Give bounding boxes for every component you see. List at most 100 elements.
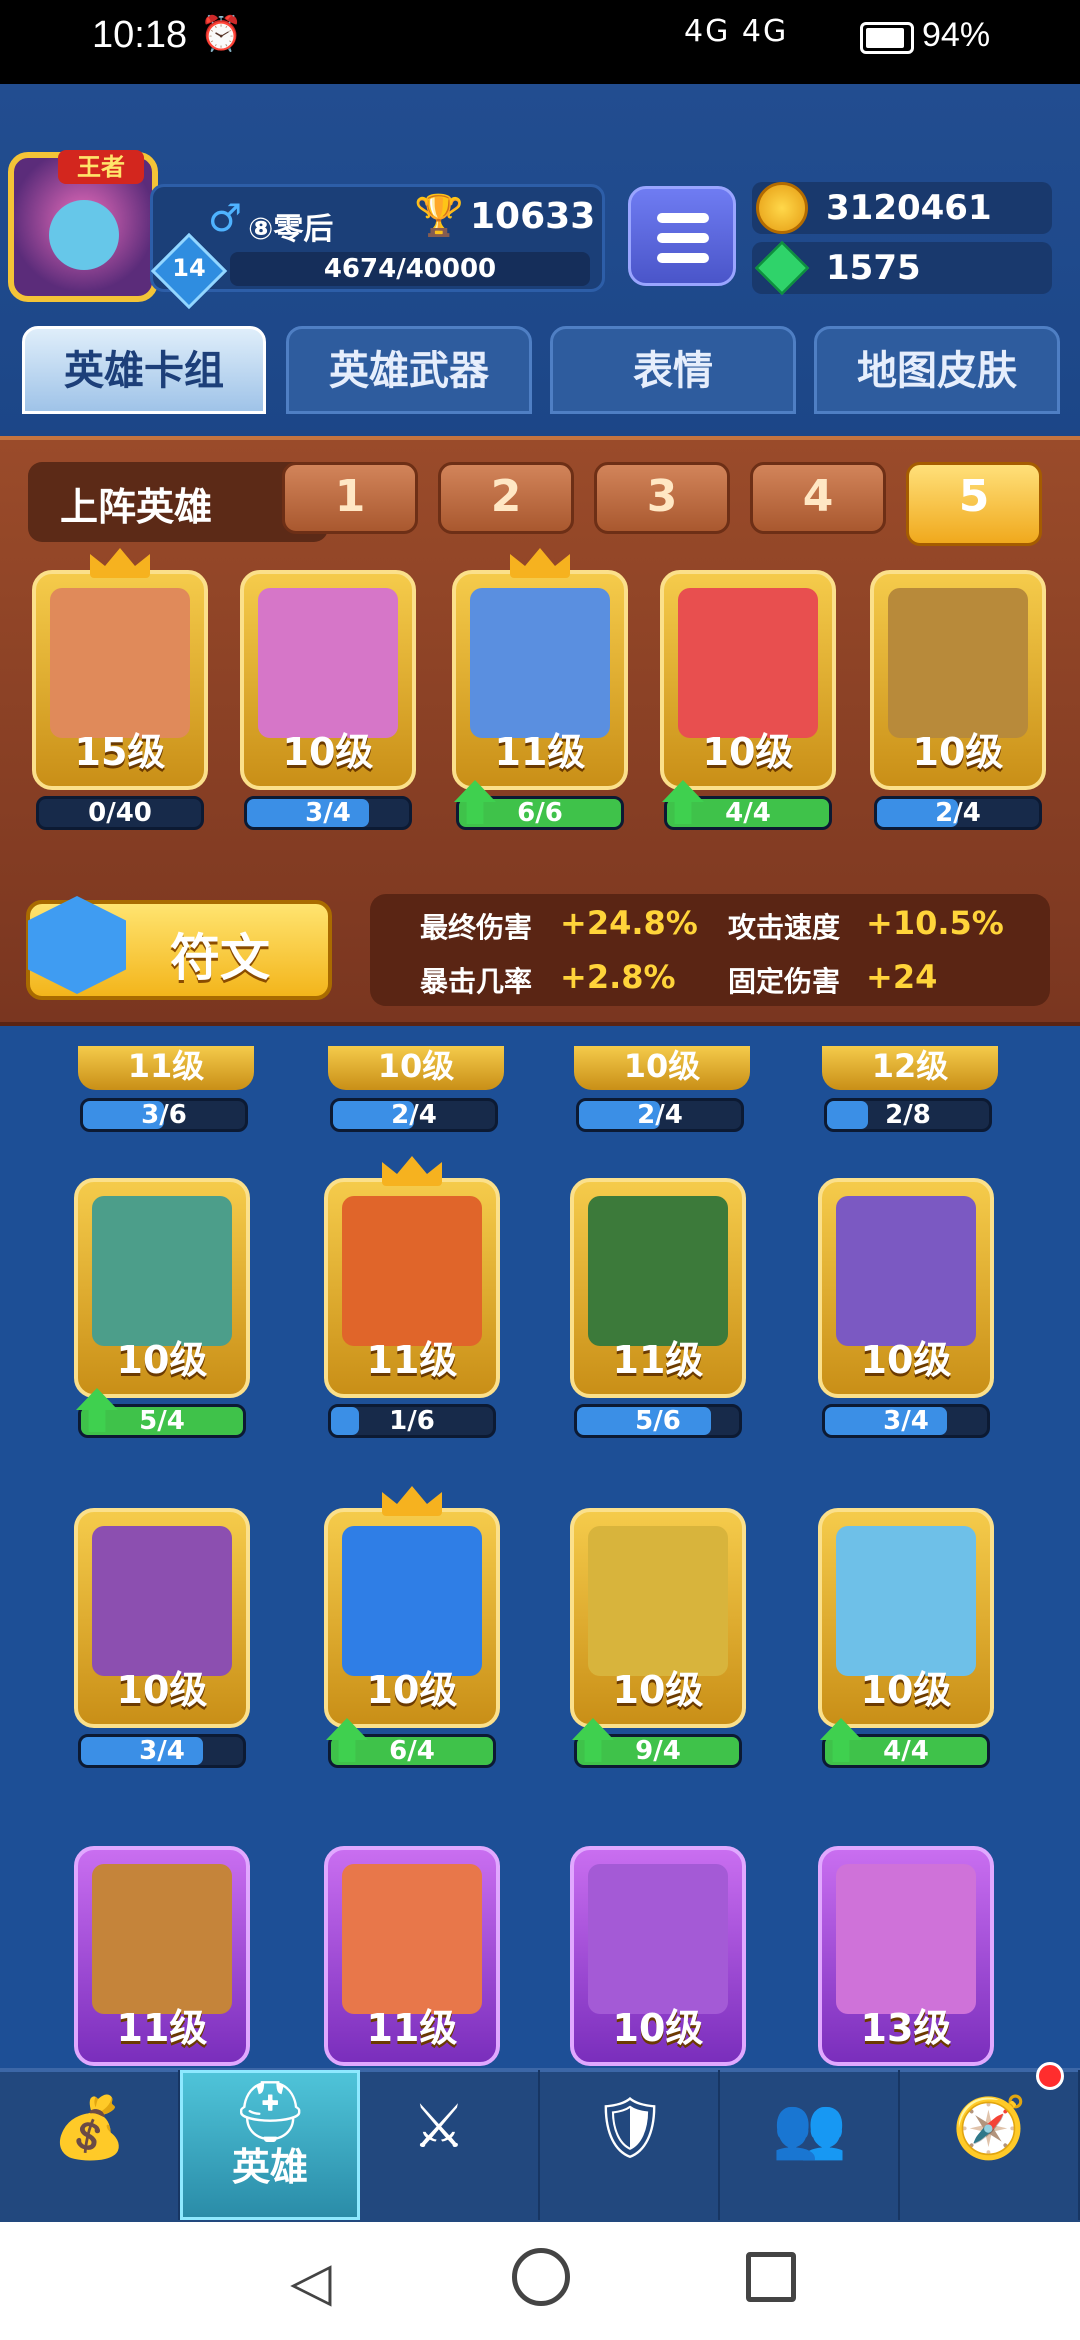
card-progress-bar: 5/6	[574, 1404, 742, 1438]
tab-map-skins[interactable]: 地图皮肤	[814, 326, 1060, 414]
hero-level: 11级	[494, 730, 586, 774]
battery-percent: 94%	[922, 16, 991, 54]
deck-slot-2[interactable]: 2	[438, 462, 574, 534]
status-time: 10:18	[92, 14, 188, 56]
recents-icon[interactable]	[746, 2252, 796, 2302]
hero-card[interactable]: 10级	[818, 1178, 994, 1398]
card-progress-bar: 2/8	[824, 1098, 992, 1132]
progress-text: 1/6	[389, 1406, 435, 1436]
tab-hero-weapons[interactable]: 英雄武器	[286, 326, 532, 414]
stat-value: +2.8%	[560, 958, 676, 996]
hero-level: 11级	[366, 2006, 458, 2050]
hero-level: 10级	[860, 1668, 952, 1712]
notification-dot	[1036, 2062, 1064, 2090]
hero-card[interactable]: 11级	[324, 1846, 500, 2066]
nav-label: 英雄	[231, 2145, 308, 2189]
hero-card-partial[interactable]: 11级	[78, 1046, 254, 1090]
stat-label: 固定伤害	[728, 965, 841, 998]
progress-text: 2/4	[935, 798, 981, 828]
player-level: 14	[172, 254, 206, 282]
hero-portrait	[342, 1526, 482, 1676]
rune-label: 符文	[170, 929, 270, 987]
hero-level: 11级	[612, 1338, 704, 1382]
hero-card-partial[interactable]: 12级	[822, 1046, 998, 1090]
hero-card[interactable]: 10级	[818, 1508, 994, 1728]
card-progress-bar: 0/40	[36, 796, 204, 830]
player-name: ⑧零后	[248, 212, 334, 247]
battery-icon	[860, 22, 914, 54]
hero-card[interactable]: 10级	[74, 1508, 250, 1728]
gem-value: 1575	[826, 248, 921, 288]
status-bar: 10:18 ⏰ 4G 4G 94%	[0, 0, 1080, 84]
system-nav-bar: ◁	[0, 2222, 1080, 2340]
tab-emotes[interactable]: 表情	[550, 326, 796, 414]
progress-text: 3/4	[883, 1406, 929, 1436]
hero-level: 10级	[612, 1668, 704, 1712]
progress-text: 3/6	[141, 1100, 187, 1130]
hero-level: 10级	[377, 1047, 455, 1085]
progress-text: 2/4	[391, 1100, 437, 1130]
hero-level: 15级	[74, 730, 166, 774]
hero-card[interactable]: 10级	[324, 1508, 500, 1728]
hero-card[interactable]: 10级	[660, 570, 836, 790]
hero-card[interactable]: 10级	[570, 1508, 746, 1728]
hero-level: 11级	[116, 2006, 208, 2050]
deck-slot-5[interactable]: 5	[906, 462, 1042, 546]
stat-value: +24	[866, 958, 938, 996]
hero-card-partial[interactable]: 10级	[328, 1046, 504, 1090]
hero-level: 10级	[702, 730, 794, 774]
shield-crown-icon: 🛡	[592, 2093, 669, 2163]
deck-slot-4[interactable]: 4	[750, 462, 886, 534]
hero-card[interactable]: 11级	[324, 1178, 500, 1398]
hero-card-partial[interactable]: 10级	[574, 1046, 750, 1090]
hero-portrait	[92, 1196, 232, 1346]
hero-card[interactable]: 15级	[32, 570, 208, 790]
stat-value: +10.5%	[866, 904, 1004, 942]
hero-card[interactable]: 11级	[74, 1846, 250, 2066]
crossed-swords-icon: ⚔	[412, 2092, 466, 2162]
hero-portrait	[588, 1864, 728, 2014]
trophy-icon: 🏆	[414, 193, 464, 239]
hero-level: 12级	[871, 1047, 949, 1085]
hero-level: 13级	[860, 2006, 952, 2050]
back-icon[interactable]: ◁	[290, 2250, 332, 2313]
hero-portrait	[588, 1196, 728, 1346]
card-progress-bar: 2/4	[330, 1098, 498, 1132]
hero-portrait	[470, 588, 610, 738]
stat-label: 暴击几率	[420, 965, 533, 998]
home-icon[interactable]	[512, 2248, 570, 2306]
progress-text: 3/4	[305, 798, 351, 828]
hero-portrait	[836, 1864, 976, 2014]
hero-level: 10级	[612, 2006, 704, 2050]
progress-text: 3/4	[139, 1736, 185, 1766]
card-progress-bar: 3/6	[80, 1098, 248, 1132]
hero-card[interactable]: 10级	[74, 1178, 250, 1398]
hero-card[interactable]: 10级	[240, 570, 416, 790]
hero-level: 10级	[366, 1668, 458, 1712]
deck-slot-3[interactable]: 3	[594, 462, 730, 534]
hero-portrait	[342, 1864, 482, 2014]
hero-card[interactable]: 10级	[870, 570, 1046, 790]
coin-value: 3120461	[826, 188, 992, 228]
rank-title-badge: 王者	[58, 150, 144, 184]
hero-level: 10级	[623, 1047, 701, 1085]
hero-portrait	[836, 1526, 976, 1676]
menu-button[interactable]	[628, 186, 736, 286]
hero-level: 11级	[127, 1047, 205, 1085]
stat-label: 最终伤害	[420, 911, 533, 944]
hero-card[interactable]: 11级	[570, 1178, 746, 1398]
hero-card[interactable]: 13级	[818, 1846, 994, 2066]
hero-card[interactable]: 10级	[570, 1846, 746, 2066]
hero-card[interactable]: 11级	[452, 570, 628, 790]
lineup-label: 上阵英雄	[60, 485, 213, 529]
card-progress-bar: 3/4	[822, 1404, 990, 1438]
hero-portrait	[50, 588, 190, 738]
crown-icon	[382, 1156, 442, 1186]
tab-hero-deck[interactable]: 英雄卡组	[22, 326, 266, 414]
hero-portrait	[588, 1526, 728, 1676]
progress-text: 5/6	[635, 1406, 681, 1436]
progress-text: 2/4	[637, 1100, 683, 1130]
compass-icon: 🧭	[952, 2093, 1027, 2163]
card-progress-bar: 3/4	[78, 1734, 246, 1768]
deck-slot-1[interactable]: 1	[282, 462, 418, 534]
